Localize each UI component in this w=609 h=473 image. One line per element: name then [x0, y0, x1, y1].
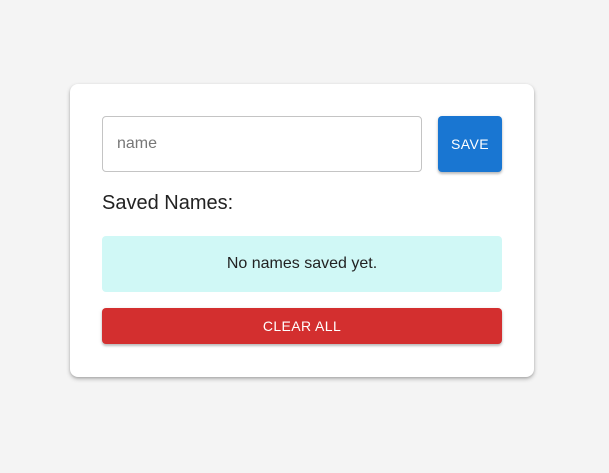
empty-state-message: No names saved yet. — [102, 236, 502, 292]
saved-names-heading: Saved Names: — [102, 192, 234, 214]
input-row: SAVE — [102, 116, 502, 172]
names-card: SAVE Saved Names: No names saved yet. CL… — [70, 84, 534, 377]
save-button[interactable]: SAVE — [438, 116, 502, 172]
empty-state-text: No names saved yet. — [226, 255, 378, 272]
clear-all-button[interactable]: CLEAR ALL — [102, 308, 502, 344]
name-input[interactable] — [102, 116, 422, 172]
